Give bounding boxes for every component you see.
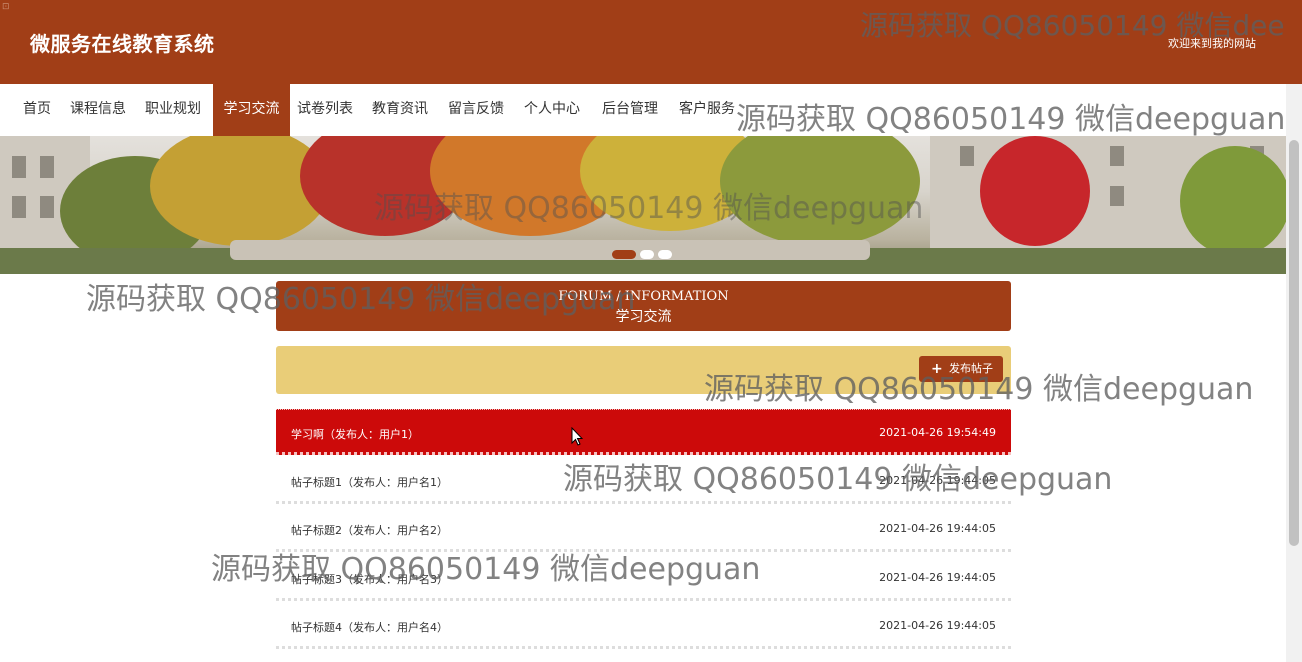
post-row[interactable]: 帖子标题4（发布人：用户名4） 2021-04-26 19:44:05: [276, 603, 1011, 649]
post-title[interactable]: 帖子标题2（发布人：用户名2）: [291, 522, 448, 538]
scrollbar-thumb[interactable]: [1289, 140, 1299, 546]
nav-item-news[interactable]: 教育资讯: [372, 84, 428, 136]
nav-item-courses[interactable]: 课程信息: [70, 84, 126, 136]
post-time: 2021-04-26 19:44:05: [879, 474, 996, 487]
banner-window: [12, 196, 26, 218]
page-icon: ⊡: [2, 2, 10, 12]
nav-item-service[interactable]: 客户服务: [679, 84, 735, 136]
welcome-text: 欢迎来到我的网站: [1168, 37, 1256, 50]
site-title[interactable]: 微服务在线教育系统: [30, 28, 215, 57]
banner-carousel[interactable]: [0, 136, 1286, 274]
nav-item-home[interactable]: 首页: [23, 84, 51, 136]
main-nav: 首页 课程信息 职业规划 学习交流 试卷列表 教育资讯 留言反馈 个人中心 后台…: [0, 84, 1302, 136]
nav-item-feedback[interactable]: 留言反馈: [448, 84, 504, 136]
mouse-cursor-icon: [571, 427, 583, 446]
nav-item-exams[interactable]: 试卷列表: [297, 84, 353, 136]
banner-window: [40, 196, 54, 218]
carousel-dot-1[interactable]: [612, 250, 636, 259]
post-time: 2021-04-26 19:44:05: [879, 619, 996, 632]
banner-window: [1110, 146, 1124, 166]
post-time: 2021-04-26 19:54:49: [879, 426, 996, 439]
banner-window: [40, 156, 54, 178]
new-post-label: 发布帖子: [949, 362, 993, 375]
post-title[interactable]: 学习啊（发布人：用户1）: [291, 426, 419, 442]
nav-item-career[interactable]: 职业规划: [145, 84, 201, 136]
post-time: 2021-04-26 19:44:05: [879, 571, 996, 584]
plus-icon: +: [931, 361, 943, 377]
site-header: ⊡ 微服务在线教育系统 欢迎来到我的网站: [0, 0, 1302, 84]
post-title[interactable]: 帖子标题1（发布人：用户名1）: [291, 474, 448, 490]
new-post-button[interactable]: + 发布帖子: [919, 356, 1003, 382]
nav-item-admin[interactable]: 后台管理: [602, 84, 658, 136]
banner-window: [960, 146, 974, 166]
banner-tree: [720, 136, 920, 246]
page-scrollbar[interactable]: [1286, 84, 1302, 662]
section-title-en: FORUM / INFORMATION: [558, 289, 729, 304]
section-title-cn: 学习交流: [615, 309, 672, 325]
banner-tree: [1180, 146, 1286, 256]
banner-path: [230, 240, 870, 260]
banner-window: [1110, 186, 1124, 206]
post-row[interactable]: 帖子标题2（发布人：用户名2） 2021-04-26 19:44:05: [276, 506, 1011, 552]
carousel-dot-3[interactable]: [658, 250, 672, 259]
post-time: 2021-04-26 19:44:05: [879, 522, 996, 535]
banner-window: [12, 156, 26, 178]
section-header: FORUM / INFORMATION 学习交流: [276, 281, 1011, 331]
carousel-dot-2[interactable]: [640, 250, 654, 259]
post-title[interactable]: 帖子标题3（发布人：用户名3）: [291, 571, 448, 587]
post-row[interactable]: 帖子标题1（发布人：用户名1） 2021-04-26 19:44:05: [276, 458, 1011, 504]
post-row[interactable]: 帖子标题3（发布人：用户名3） 2021-04-26 19:44:05: [276, 555, 1011, 601]
post-row[interactable]: 学习啊（发布人：用户1） 2021-04-26 19:54:49: [276, 409, 1011, 455]
post-title[interactable]: 帖子标题4（发布人：用户名4）: [291, 619, 448, 635]
forum-toolbar: + 发布帖子: [276, 346, 1011, 394]
nav-item-profile[interactable]: 个人中心: [524, 84, 580, 136]
banner-tree: [980, 136, 1090, 246]
nav-item-forum[interactable]: 学习交流: [213, 84, 290, 136]
